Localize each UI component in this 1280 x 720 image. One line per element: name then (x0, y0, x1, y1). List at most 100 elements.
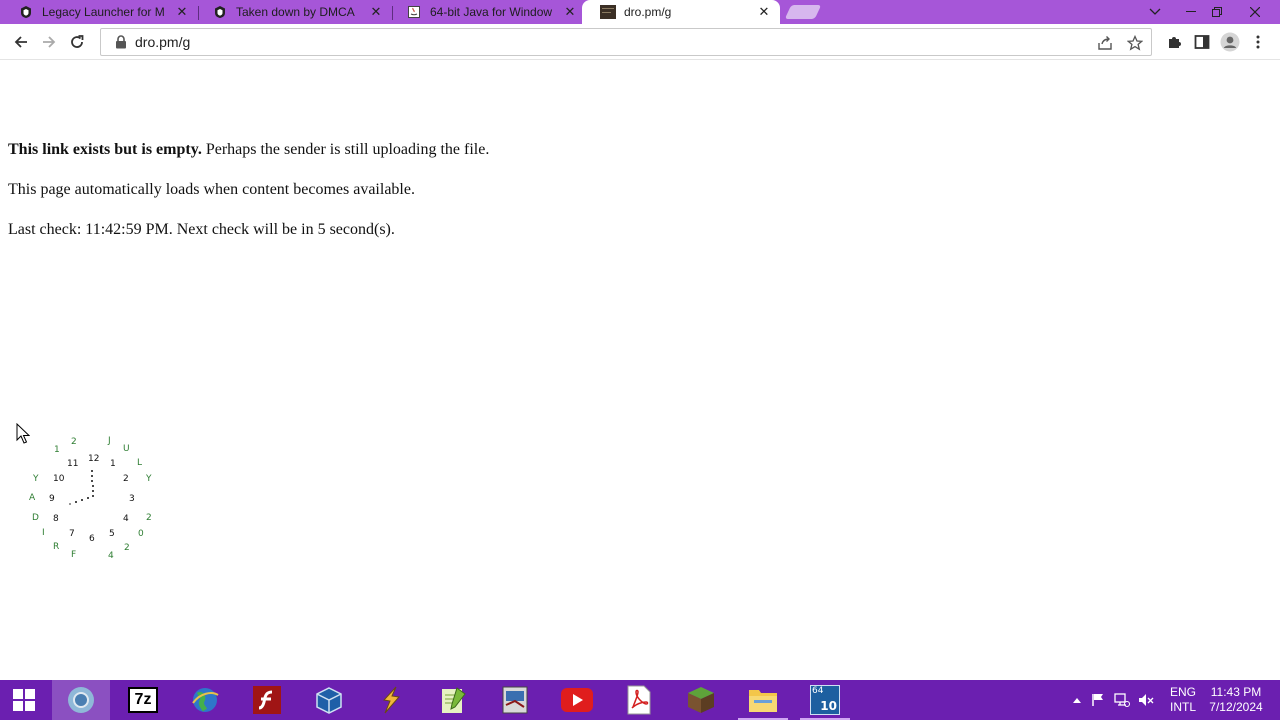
flag-icon[interactable] (1086, 693, 1110, 707)
network-icon[interactable] (1110, 693, 1134, 707)
clock-day-letter: Y (33, 474, 39, 484)
clock-hand-dot (75, 501, 77, 503)
flash-icon (253, 686, 281, 714)
clock-year-digit: 4 (108, 551, 114, 561)
clock-day-letter: A (29, 493, 36, 503)
clock-day-letter: D (32, 513, 39, 523)
winamp-icon (383, 686, 400, 714)
taskbar-notepadpp[interactable] (424, 680, 482, 720)
taskbar-pdf[interactable] (610, 680, 668, 720)
profile-avatar[interactable] (1218, 30, 1242, 54)
forward-button[interactable] (37, 30, 61, 54)
clock-date-digit: 2 (71, 437, 77, 447)
extensions-icon[interactable] (1162, 30, 1186, 54)
url-text: dro.pm/g (135, 34, 191, 50)
clock-hand-dot (69, 503, 71, 505)
java-icon (406, 4, 422, 20)
clock-year-digit: 0 (138, 529, 144, 539)
clock-hour: 8 (53, 514, 59, 524)
lock-icon[interactable] (113, 34, 129, 50)
taskbar-chrome[interactable] (52, 680, 110, 720)
language-top: ENG (1169, 685, 1196, 699)
clock-year-digit: 2 (146, 513, 152, 523)
start-button[interactable] (0, 680, 48, 720)
clock-hand-dot (87, 497, 89, 499)
menu-icon[interactable] (1246, 30, 1270, 54)
clock-widget: 12 1 2 3 4 5 6 7 8 9 10 11 F R I D A Y 1… (26, 434, 160, 564)
close-icon[interactable]: ✕ (174, 4, 190, 20)
share-icon[interactable] (1097, 35, 1113, 51)
chevron-up-icon[interactable] (1068, 697, 1086, 703)
close-icon[interactable]: ✕ (368, 4, 384, 20)
clock-hour: 9 (49, 494, 55, 504)
clock-day-letter: R (53, 542, 60, 552)
taskbar-winamp[interactable] (362, 680, 420, 720)
side-panel-icon[interactable] (1190, 30, 1214, 54)
taskbar-clock[interactable]: 11:43 PM 7/12/2024 (1206, 685, 1266, 715)
clock-hand-dot (91, 475, 93, 477)
photo-editor-icon (502, 686, 528, 714)
clock-month-letter: U (123, 444, 130, 454)
taskbar-flash[interactable] (238, 680, 296, 720)
java-setup-icon: 64 10 (810, 685, 840, 715)
tab-dropm[interactable]: dro.pm/g ✕ (582, 0, 780, 24)
taskbar-java-setup[interactable]: 64 10 (796, 680, 854, 720)
taskbar-earth[interactable] (176, 680, 234, 720)
dropm-icon (600, 4, 616, 20)
empty-link-message: This link exists but is empty. Perhaps t… (8, 141, 489, 159)
clock-hour: 6 (89, 534, 95, 544)
address-bar[interactable]: dro.pm/g (100, 28, 1152, 56)
browser-toolbar: dro.pm/g (0, 24, 1280, 60)
taskbar-photo-editor[interactable] (486, 680, 544, 720)
close-window-icon[interactable] (1238, 0, 1272, 24)
restore-icon[interactable] (1200, 0, 1234, 24)
clock-month-letter: Y (146, 474, 152, 484)
youtube-icon (561, 688, 593, 712)
bookmark-star-icon[interactable] (1126, 34, 1144, 51)
chrome-icon (68, 687, 94, 713)
clock-hour: 10 (53, 474, 65, 484)
clock-hour: 3 (129, 494, 135, 504)
taskbar-minecraft[interactable] (672, 680, 730, 720)
empty-link-bold: This link exists but is empty. (8, 141, 202, 158)
autoload-message: This page automatically loads when conte… (8, 181, 415, 198)
volume-muted-icon[interactable] (1134, 693, 1158, 707)
java-setup-label: 10 (820, 699, 837, 713)
reload-button[interactable] (65, 30, 89, 54)
clock-day-letter: F (71, 550, 77, 560)
clock-hour: 4 (123, 514, 129, 524)
shield-icon (18, 4, 34, 20)
shield-icon (212, 4, 228, 20)
clock-date-digit: 1 (54, 445, 60, 455)
tab-search-icon[interactable] (1138, 0, 1172, 24)
taskbar-virtualbox[interactable] (300, 680, 358, 720)
clock-hand-dot (91, 470, 93, 472)
tab-dmca[interactable]: Taken down by DMCA ✕ (194, 0, 392, 24)
taskbar-date: 7/12/2024 (1209, 700, 1263, 714)
tab-legacy-launcher[interactable]: Legacy Launcher for M ✕ (0, 0, 198, 24)
tab-title: Taken down by DMCA (236, 5, 355, 19)
back-button[interactable] (9, 30, 33, 54)
taskbar-file-explorer[interactable] (734, 680, 792, 720)
file-explorer-icon (749, 690, 777, 712)
notepadpp-icon (442, 687, 466, 713)
taskbar-youtube[interactable] (548, 680, 606, 720)
clock-hour: 7 (69, 529, 75, 539)
clock-hand-dot (81, 499, 83, 501)
earth-icon (192, 688, 219, 712)
clock-day-letter: I (42, 528, 45, 538)
tab-java[interactable]: 64-bit Java for Window ✕ (388, 0, 586, 24)
taskbar-time: 11:43 PM (1210, 685, 1262, 699)
close-icon[interactable]: ✕ (562, 4, 578, 20)
empty-link-rest: Perhaps the sender is still uploading th… (201, 141, 490, 158)
clock-hour: 11 (67, 459, 79, 469)
windows-taskbar: 7z 64 10 ENG INTL 11:43 PM 7/12/2024 (0, 680, 1280, 720)
clock-hand-dot (92, 495, 94, 497)
taskbar-7zip[interactable]: 7z (114, 680, 172, 720)
close-icon[interactable]: ✕ (756, 4, 772, 20)
clock-hour: 2 (123, 474, 129, 484)
clock-year-digit: 2 (124, 543, 130, 553)
new-tab-button[interactable] (784, 5, 822, 19)
mouse-cursor-icon (16, 422, 31, 445)
language-indicator[interactable]: ENG INTL (1166, 685, 1200, 715)
